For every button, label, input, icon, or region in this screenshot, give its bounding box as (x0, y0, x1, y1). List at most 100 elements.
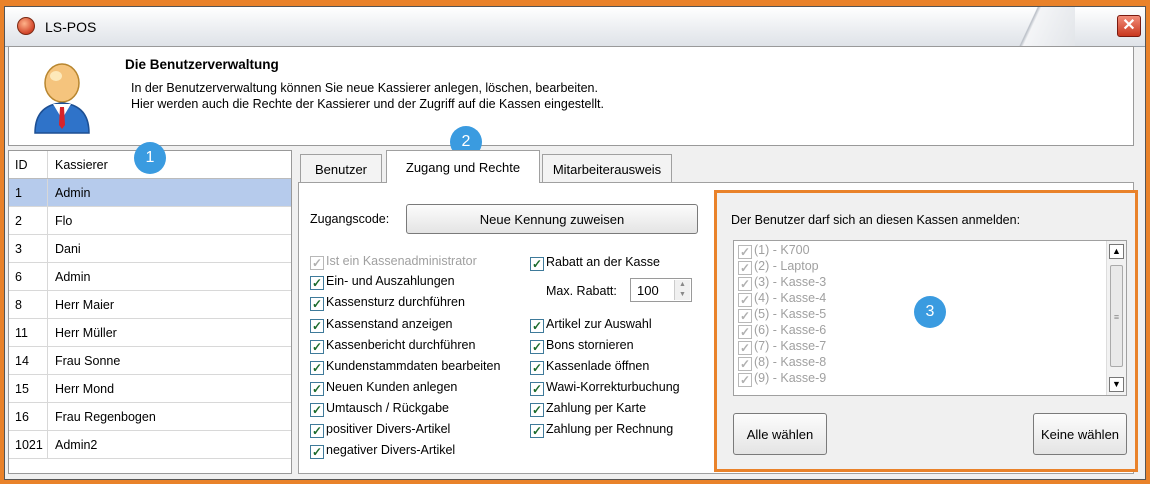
checkbox-neuen-kunden[interactable]: ✓ Neuen Kunden anlegen (310, 380, 457, 398)
kasse-label: (9) - Kasse-9 (754, 371, 827, 385)
checkbox-negativer-divers[interactable]: ✓ negativer Divers-Artikel (310, 443, 455, 461)
row-name: Admin2 (55, 438, 98, 452)
column-header-kassierer[interactable]: Kassierer (55, 158, 108, 172)
checkbox-checked-icon: ✓ (738, 245, 752, 259)
new-code-button[interactable]: Neue Kennung zuweisen (406, 204, 698, 234)
table-row[interactable]: 6 Admin (9, 263, 291, 291)
kasse-label: (8) - Kasse-8 (754, 355, 827, 369)
checkbox-kassenbericht[interactable]: ✓ Kassenbericht durchführen (310, 338, 475, 356)
row-id: 11 (15, 326, 28, 340)
row-name: Frau Regenbogen (55, 410, 156, 424)
row-id: 3 (15, 242, 22, 256)
checkbox-wawi-korrektur[interactable]: ✓ Wawi-Korrekturbuchung (530, 380, 680, 398)
max-rabatt-label: Max. Rabatt: (546, 284, 617, 298)
checkbox-zahlung-rechnung[interactable]: ✓ Zahlung per Rechnung (530, 422, 673, 440)
max-rabatt-value: 100 (637, 283, 659, 298)
user-admin-icon (34, 63, 90, 134)
checkbox-rabatt[interactable]: ✓ Rabatt an der Kasse (530, 255, 660, 273)
select-none-button[interactable]: Keine wählen (1033, 413, 1127, 455)
kassen-label: Der Benutzer darf sich an diesen Kassen … (731, 213, 1021, 227)
column-header-id[interactable]: ID (15, 158, 28, 172)
spinner-arrows-icon[interactable]: ▲ ▼ (674, 280, 690, 300)
tab-benutzer[interactable]: Benutzer (300, 154, 382, 182)
checkbox-label: Artikel zur Auswahl (546, 317, 652, 331)
checkbox-zahlung-karte[interactable]: ✓ Zahlung per Karte (530, 401, 646, 419)
max-rabatt-stepper[interactable]: 100 ▲ ▼ (630, 278, 692, 302)
kasse-label: (3) - Kasse-3 (754, 275, 827, 289)
kasse-label: (5) - Kasse-5 (754, 307, 827, 321)
checkbox-label: Kassensturz durchführen (326, 295, 465, 309)
checkbox-kassenadministrator[interactable]: ✓ Ist ein Kassenadministrator (310, 254, 477, 272)
zugangscode-label: Zugangscode: (310, 212, 390, 226)
checkbox-checked-icon: ✓ (310, 403, 324, 417)
checkbox-ein-auszahlungen[interactable]: ✓ Ein- und Auszahlungen (310, 274, 455, 292)
checkbox-checked-icon: ✓ (738, 293, 752, 307)
close-button[interactable]: ✕ (1117, 15, 1141, 37)
checkbox-label: Rabatt an der Kasse (546, 255, 660, 269)
table-row[interactable]: 2 Flo (9, 207, 291, 235)
checkbox-checked-icon: ✓ (310, 445, 324, 459)
checkbox-label: Kassenlade öffnen (546, 359, 650, 373)
kassen-access-panel: Der Benutzer darf sich an diesen Kassen … (714, 190, 1138, 472)
checkbox-checked-icon: ✓ (738, 325, 752, 339)
table-row[interactable]: 1 Admin (9, 179, 291, 207)
checkbox-label: Zahlung per Rechnung (546, 422, 674, 436)
checkbox-checked-icon: ✓ (738, 357, 752, 371)
kasse-label: (2) - Laptop (754, 259, 819, 273)
kassen-scrollbar[interactable]: ▲ ≡ ▼ (1106, 241, 1126, 395)
checkbox-checked-icon: ✓ (738, 261, 752, 275)
table-row[interactable]: 11 Herr Müller (9, 319, 291, 347)
tab-mitarbeiterausweis[interactable]: Mitarbeiterausweis (542, 154, 672, 182)
row-name: Admin (55, 270, 91, 284)
info-header: Die Benutzerverwaltung In der Benutzerve… (8, 46, 1134, 146)
row-id: 1 (15, 186, 22, 200)
scroll-down-icon[interactable]: ▼ (1109, 377, 1124, 392)
tab-zugang-und-rechte[interactable]: Zugang und Rechte (386, 150, 540, 183)
checkbox-kassensturz[interactable]: ✓ Kassensturz durchführen (310, 295, 465, 313)
checkbox-checked-icon: ✓ (738, 341, 752, 355)
checkbox-checked-icon: ✓ (530, 361, 544, 375)
checkbox-label: Wawi-Korrekturbuchung (546, 380, 680, 394)
checkbox-checked-icon: ✓ (530, 257, 544, 271)
checkbox-checked-icon: ✓ (738, 277, 752, 291)
select-all-button[interactable]: Alle wählen (733, 413, 827, 455)
checkbox-checked-icon: ✓ (530, 319, 544, 333)
cashier-list[interactable]: ID Kassierer 1 Admin 2 Flo 3 Dani 6 Admin 8 H… (8, 150, 292, 474)
row-id: 15 (15, 382, 29, 396)
checkbox-checked-icon: ✓ (530, 424, 544, 438)
table-row[interactable]: 14 Frau Sonne (9, 347, 291, 375)
checkbox-kassenlade[interactable]: ✓ Kassenlade öffnen (530, 359, 649, 377)
checkbox-checked-icon: ✓ (310, 297, 324, 311)
checkbox-checked-icon: ✓ (738, 309, 752, 323)
row-name: Herr Müller (55, 326, 117, 340)
scroll-up-icon[interactable]: ▲ (1109, 244, 1124, 259)
table-row[interactable]: 16 Frau Regenbogen (9, 403, 291, 431)
checkbox-artikel-auswahl[interactable]: ✓ Artikel zur Auswahl (530, 317, 652, 335)
row-name: Herr Mond (55, 382, 115, 396)
title-bar[interactable]: LS-POS ✕ (5, 7, 1145, 47)
checkbox-bons-stornieren[interactable]: ✓ Bons stornieren (530, 338, 634, 356)
kasse-item[interactable]: ✓ (9) - Kasse-9 (738, 371, 826, 389)
header-description-line-2: Hier werden auch die Rechte der Kassiere… (131, 97, 604, 111)
checkbox-label: Neuen Kunden anlegen (326, 380, 458, 394)
checkbox-kassenstand[interactable]: ✓ Kassenstand anzeigen (310, 317, 452, 335)
scroll-thumb[interactable]: ≡ (1110, 265, 1123, 367)
checkbox-label: negativer Divers-Artikel (326, 443, 456, 457)
checkbox-checked-icon: ✓ (738, 373, 752, 387)
checkbox-label: Kassenstand anzeigen (326, 317, 453, 331)
table-row[interactable]: 15 Herr Mond (9, 375, 291, 403)
table-row[interactable]: 3 Dani (9, 235, 291, 263)
checkbox-checked-icon: ✓ (530, 403, 544, 417)
checkbox-kundenstammdaten[interactable]: ✓ Kundenstammdaten bearbeiten (310, 359, 500, 377)
checkbox-checked-icon: ✓ (530, 382, 544, 396)
checkbox-umtausch[interactable]: ✓ Umtausch / Rückgabe (310, 401, 449, 419)
table-row[interactable]: 8 Herr Maier (9, 291, 291, 319)
checkbox-label: Zahlung per Karte (546, 401, 647, 415)
app-logo-icon (17, 17, 35, 35)
checkbox-positiver-divers[interactable]: ✓ positiver Divers-Artikel (310, 422, 450, 440)
step-badge-3: 3 (914, 296, 946, 328)
checkbox-checked-icon: ✓ (310, 424, 324, 438)
row-id: 6 (15, 270, 22, 284)
checkbox-checked-icon: ✓ (310, 382, 324, 396)
table-row[interactable]: 1021 Admin2 (9, 431, 291, 459)
